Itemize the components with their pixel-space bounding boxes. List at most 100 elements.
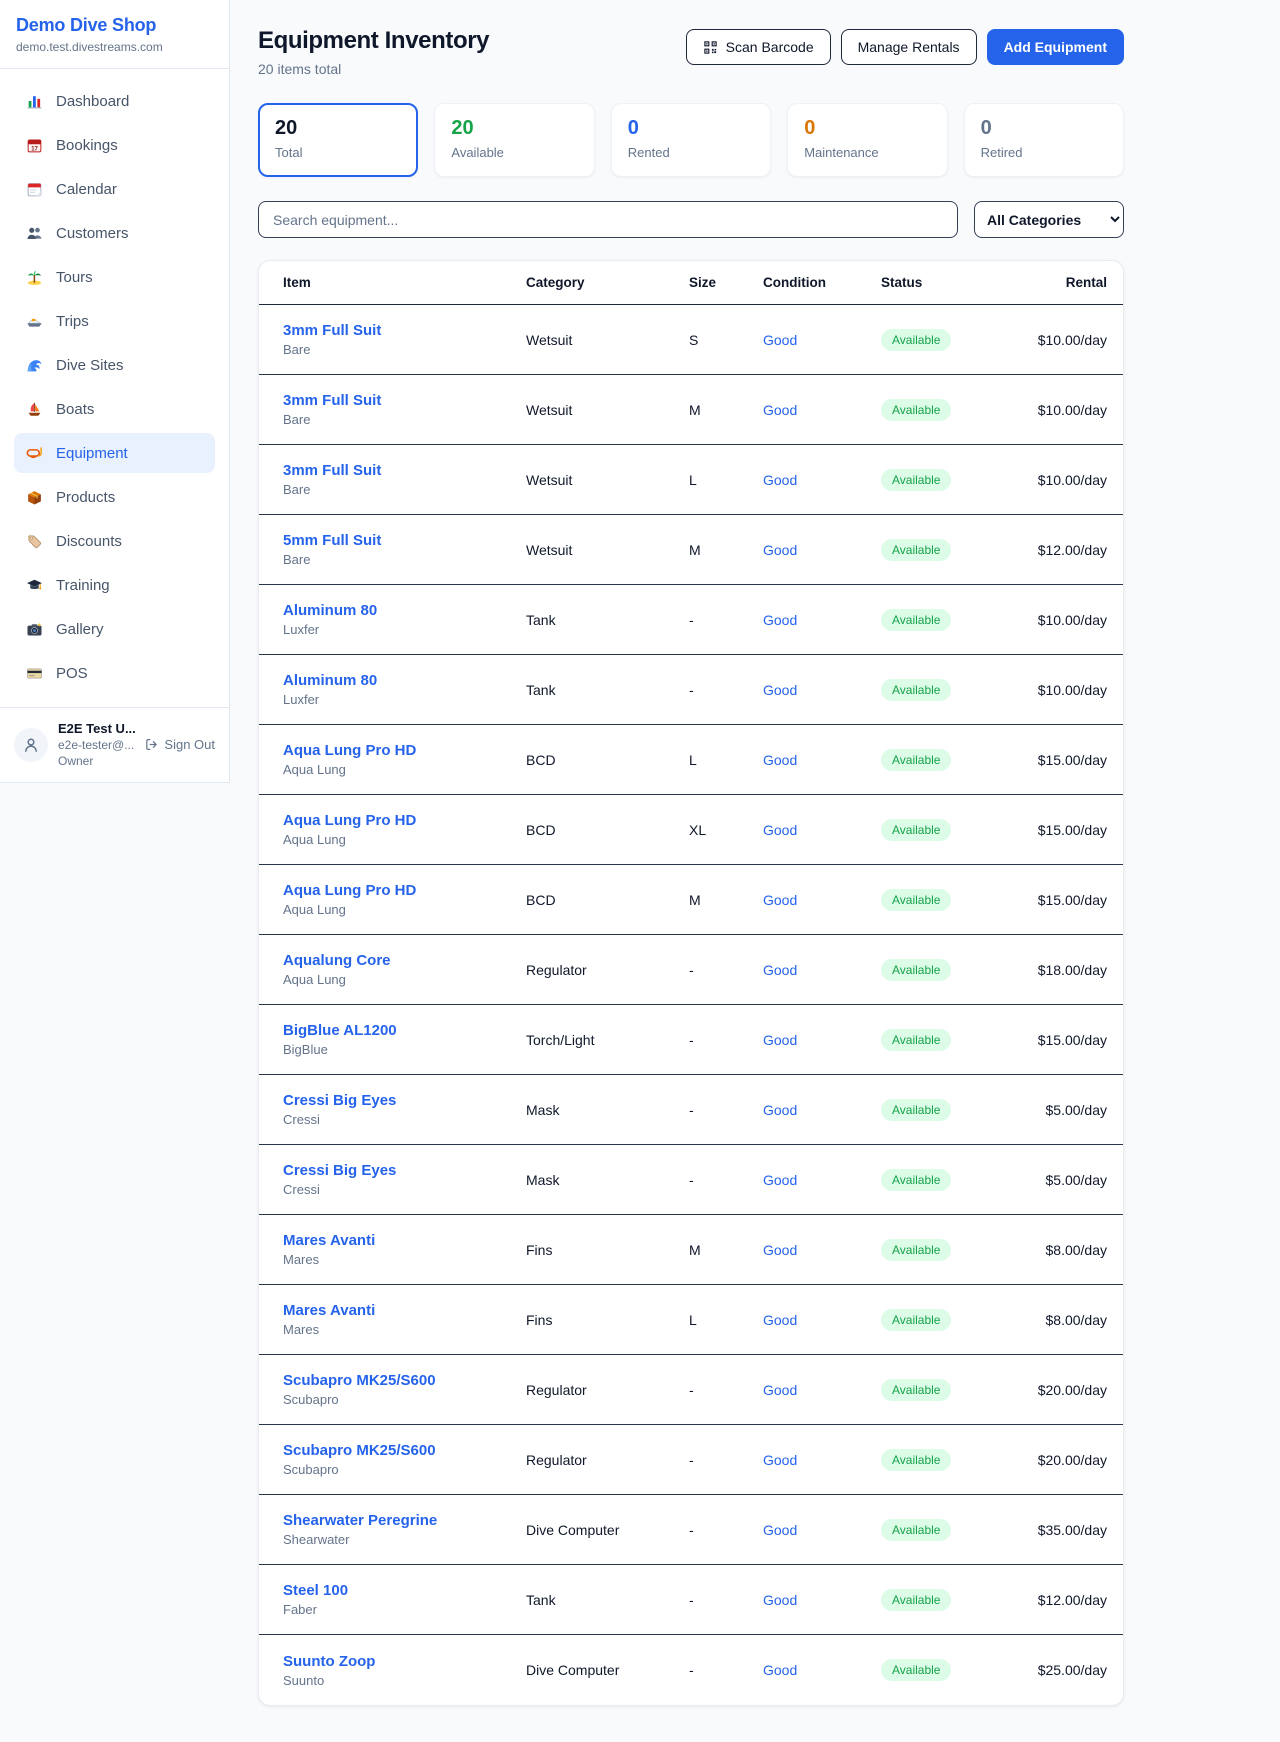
condition-link[interactable]: Good xyxy=(763,1172,881,1188)
equipment-item-link[interactable]: Aqualung Core xyxy=(283,952,391,969)
equipment-item-link[interactable]: Cressi Big Eyes xyxy=(283,1092,396,1109)
sidebar-item-customers[interactable]: Customers xyxy=(14,213,215,253)
condition-link[interactable]: Good xyxy=(763,1032,881,1048)
sidebar-item-boats[interactable]: Boats xyxy=(14,389,215,429)
rental-rate-cell: $5.00/day xyxy=(1026,1102,1107,1118)
condition-link[interactable]: Good xyxy=(763,822,881,838)
column-header-item: Item xyxy=(283,275,526,290)
column-header-status: Status xyxy=(881,275,1026,290)
equipment-item-link[interactable]: Aluminum 80 xyxy=(283,602,377,619)
equipment-item-link[interactable]: 3mm Full Suit xyxy=(283,322,381,339)
condition-link[interactable]: Good xyxy=(763,612,881,628)
sidebar-item-equipment[interactable]: Equipment xyxy=(14,433,215,473)
equipment-item-link[interactable]: Shearwater Peregrine xyxy=(283,1512,437,1529)
add-equipment-button[interactable]: Add Equipment xyxy=(987,29,1124,65)
condition-link[interactable]: Good xyxy=(763,1522,881,1538)
condition-link[interactable]: Good xyxy=(763,1592,881,1608)
condition-link[interactable]: Good xyxy=(763,1382,881,1398)
equipment-item-link[interactable]: 5mm Full Suit xyxy=(283,532,381,549)
status-badge: Available xyxy=(881,539,951,561)
sidebar-item-dive-sites[interactable]: Dive Sites xyxy=(14,345,215,385)
equipment-item-link[interactable]: Aqua Lung Pro HD xyxy=(283,812,416,829)
equipment-item-link[interactable]: Suunto Zoop xyxy=(283,1653,375,1670)
camera-icon xyxy=(26,621,43,638)
category-cell: Regulator xyxy=(526,1452,689,1468)
size-cell: M xyxy=(689,402,763,418)
equipment-item-link[interactable]: Cressi Big Eyes xyxy=(283,1162,396,1179)
stat-card-total[interactable]: 20 Total xyxy=(258,103,418,177)
category-cell: BCD xyxy=(526,752,689,768)
status-badge: Available xyxy=(881,469,951,491)
user-role: Owner xyxy=(58,754,144,768)
condition-link[interactable]: Good xyxy=(763,332,881,348)
category-cell: Mask xyxy=(526,1172,689,1188)
sidebar-item-bookings[interactable]: Bookings xyxy=(14,125,215,165)
dive-mask-icon xyxy=(26,445,43,462)
size-cell: - xyxy=(689,1662,763,1678)
equipment-item-link[interactable]: 3mm Full Suit xyxy=(283,462,381,479)
stat-card-rented[interactable]: 0 Rented xyxy=(611,103,771,177)
sidebar-item-calendar[interactable]: Calendar xyxy=(14,169,215,209)
equipment-item-link[interactable]: Steel 100 xyxy=(283,1582,348,1599)
rental-rate-cell: $10.00/day xyxy=(1026,332,1107,348)
stat-card-available[interactable]: 20 Available xyxy=(434,103,594,177)
stat-card-maintenance[interactable]: 0 Maintenance xyxy=(787,103,947,177)
condition-link[interactable]: Good xyxy=(763,1242,881,1258)
sidebar-item-tours[interactable]: Tours xyxy=(14,257,215,297)
stat-card-retired[interactable]: 0 Retired xyxy=(964,103,1124,177)
size-cell: - xyxy=(689,1032,763,1048)
status-badge: Available xyxy=(881,889,951,911)
equipment-item-link[interactable]: Mares Avanti xyxy=(283,1232,375,1249)
category-select[interactable]: All Categories xyxy=(974,201,1124,238)
condition-link[interactable]: Good xyxy=(763,752,881,768)
equipment-item-link[interactable]: Aqua Lung Pro HD xyxy=(283,742,416,759)
equipment-item-link[interactable]: Scubapro MK25/S600 xyxy=(283,1442,436,1459)
equipment-brand: Suunto xyxy=(283,1673,526,1688)
condition-link[interactable]: Good xyxy=(763,402,881,418)
equipment-item-link[interactable]: Aluminum 80 xyxy=(283,672,377,689)
search-input[interactable] xyxy=(258,201,958,238)
size-cell: M xyxy=(689,892,763,908)
rental-rate-cell: $10.00/day xyxy=(1026,682,1107,698)
table-row: 3mm Full Suit Bare Wetsuit S Good Availa… xyxy=(259,305,1123,375)
sidebar-item-discounts[interactable]: Discounts xyxy=(14,521,215,561)
stat-value: 0 xyxy=(981,117,1107,140)
condition-link[interactable]: Good xyxy=(763,962,881,978)
sidebar-item-label: Calendar xyxy=(56,181,117,198)
sidebar-item-pos[interactable]: POS xyxy=(14,653,215,693)
sidebar-item-training[interactable]: Training xyxy=(14,565,215,605)
status-badge: Available xyxy=(881,1239,951,1261)
sidebar-item-gallery[interactable]: Gallery xyxy=(14,609,215,649)
scan-barcode-button[interactable]: Scan Barcode xyxy=(686,29,831,65)
condition-link[interactable]: Good xyxy=(763,1662,881,1678)
condition-link[interactable]: Good xyxy=(763,892,881,908)
brand-title[interactable]: Demo Dive Shop xyxy=(16,15,213,36)
condition-link[interactable]: Good xyxy=(763,682,881,698)
sidebar-item-trips[interactable]: Trips xyxy=(14,301,215,341)
condition-link[interactable]: Good xyxy=(763,542,881,558)
equipment-item-link[interactable]: Scubapro MK25/S600 xyxy=(283,1372,436,1389)
equipment-brand: Cressi xyxy=(283,1112,526,1127)
sign-out-button[interactable]: Sign Out xyxy=(144,737,215,752)
table-row: Suunto Zoop Suunto Dive Computer - Good … xyxy=(259,1635,1123,1705)
sidebar-item-dashboard[interactable]: Dashboard xyxy=(14,81,215,121)
sidebar-item-label: Trips xyxy=(56,313,89,330)
table-row: Cressi Big Eyes Cressi Mask - Good Avail… xyxy=(259,1145,1123,1215)
brand-block: Demo Dive Shop demo.test.divestreams.com xyxy=(0,0,229,69)
equipment-item-link[interactable]: 3mm Full Suit xyxy=(283,392,381,409)
equipment-item-link[interactable]: BigBlue AL1200 xyxy=(283,1022,397,1039)
sidebar-item-label: Equipment xyxy=(56,445,128,462)
manage-rentals-button[interactable]: Manage Rentals xyxy=(841,29,977,65)
equipment-item-link[interactable]: Mares Avanti xyxy=(283,1302,375,1319)
status-badge: Available xyxy=(881,1169,951,1191)
equipment-item-link[interactable]: Aqua Lung Pro HD xyxy=(283,882,416,899)
condition-link[interactable]: Good xyxy=(763,472,881,488)
table-body: 3mm Full Suit Bare Wetsuit S Good Availa… xyxy=(259,305,1123,1705)
condition-link[interactable]: Good xyxy=(763,1102,881,1118)
page-header: Equipment Inventory 20 items total Scan … xyxy=(258,27,1124,77)
condition-link[interactable]: Good xyxy=(763,1452,881,1468)
condition-link[interactable]: Good xyxy=(763,1312,881,1328)
equipment-brand: Bare xyxy=(283,552,526,567)
sidebar-item-products[interactable]: Products xyxy=(14,477,215,517)
person-icon xyxy=(22,736,40,754)
